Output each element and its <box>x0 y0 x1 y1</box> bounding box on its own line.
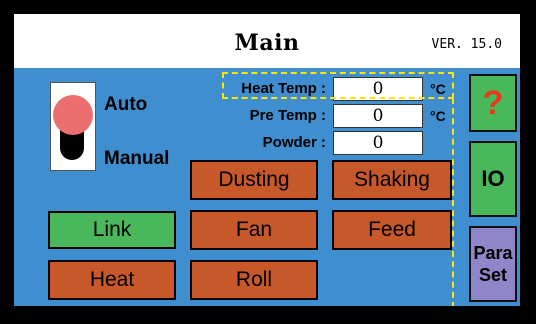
para-set-button[interactable]: Para Set <box>469 226 517 302</box>
para-set-label-line1: Para <box>473 243 513 263</box>
auto-manual-switch[interactable] <box>50 82 96 171</box>
switch-knob <box>53 95 93 135</box>
fan-button[interactable]: Fan <box>190 210 318 250</box>
dusting-button[interactable]: Dusting <box>190 160 318 200</box>
device-frame: Main VER. 15.0 Auto Manual Heat Temp : 0… <box>0 0 536 324</box>
pre-temp-label: Pre Temp : <box>249 107 326 124</box>
roll-button[interactable]: Roll <box>190 260 318 300</box>
auto-label: Auto <box>104 94 148 115</box>
highlight-box <box>222 72 454 99</box>
io-button[interactable]: IO <box>469 141 517 217</box>
feed-button[interactable]: Feed <box>332 210 452 250</box>
version-label: VER. 15.0 <box>431 37 502 52</box>
pre-temp-unit: °C <box>430 108 446 124</box>
header-bar: Main VER. 15.0 <box>14 14 520 68</box>
link-button[interactable]: Link <box>48 211 176 249</box>
heat-button[interactable]: Heat <box>48 260 176 300</box>
hmi-screen: Main VER. 15.0 Auto Manual Heat Temp : 0… <box>14 14 520 306</box>
powder-label: Powder : <box>262 134 326 151</box>
manual-label: Manual <box>104 148 170 169</box>
question-mark-icon: ? <box>482 83 504 122</box>
shaking-button[interactable]: Shaking <box>332 160 452 200</box>
highlight-line <box>452 98 454 306</box>
help-button[interactable]: ? <box>469 74 517 132</box>
pre-temp-field[interactable]: 0 <box>333 104 423 128</box>
powder-field[interactable]: 0 <box>333 131 423 155</box>
para-set-label-line2: Set <box>478 265 507 285</box>
